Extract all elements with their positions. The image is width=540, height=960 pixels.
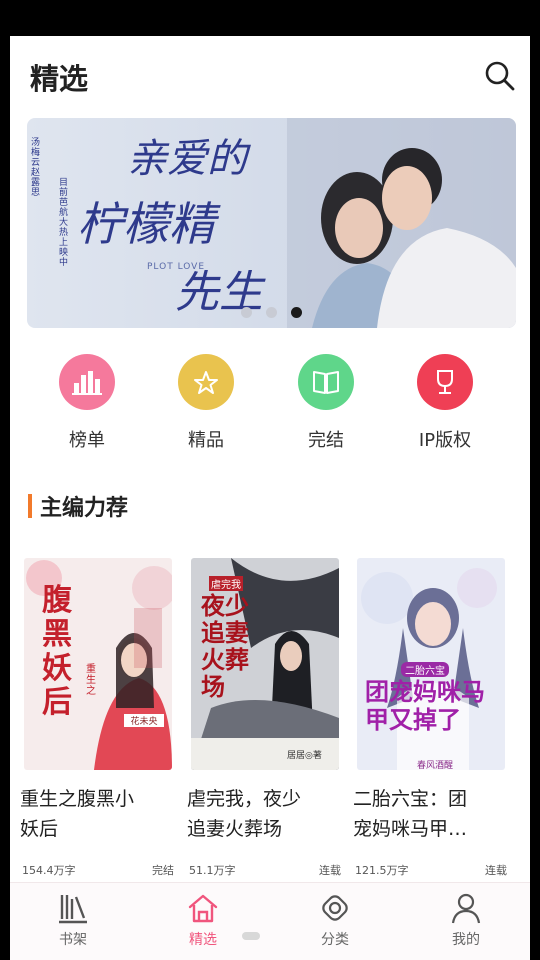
banner-pagination [27, 307, 516, 318]
search-button[interactable] [484, 60, 516, 92]
banner-subtitle: PLOT LOVE [147, 262, 206, 272]
section-title: 主编力荐 [40, 496, 129, 521]
page-title: 精选 [30, 62, 89, 96]
banner-side-text-1: 汤梅 云 赵 露思 [31, 138, 41, 198]
bottom-tab-bar: 书架 精选 分类 我的 [10, 882, 530, 960]
book-cover: 虐完我 夜少追妻火葬场 居居◎著 [191, 558, 339, 770]
book-title: 虐完我，夜少 追妻火葬场 [187, 784, 343, 844]
book-title-line: 二胎六宝：团 [353, 788, 468, 810]
tab-label: 书架 [59, 932, 87, 948]
status-badge: 完结 [152, 864, 174, 877]
book-title-line: 虐完我，夜少 [187, 788, 302, 810]
banner-side-text-2: 目前 芭 航 大 热 上 映 中 [59, 178, 69, 268]
quick-link-label: 完结 [308, 430, 344, 451]
book-card[interactable]: 虐完我 夜少追妻火葬场 居居◎著 虐完我，夜少 追妻火葬场 51.1万字 连载 [187, 558, 343, 877]
quick-link-label: 精品 [188, 430, 224, 451]
tab-label: 分类 [321, 932, 349, 948]
cover-subtitle: 重生之 [86, 664, 96, 697]
banner-dot[interactable] [241, 307, 252, 318]
book-meta: 154.4万字 完结 [22, 862, 174, 878]
book-meta: 51.1万字 连载 [189, 862, 341, 878]
category-icon [322, 895, 348, 921]
section-header: 主编力荐 [28, 492, 129, 521]
status-badge: 连载 [485, 864, 507, 877]
book-cover: 腹黑妖后 重生之 花未央 [24, 558, 172, 770]
book-title-line: 宠妈咪马甲… [353, 818, 468, 840]
search-icon [485, 61, 515, 91]
book-card[interactable]: 二胎六宝 团宠妈咪马甲又掉了 春风酒醒 二胎六宝：团 宠妈咪马甲… 121.5万… [353, 558, 509, 877]
tab-mine[interactable]: 我的 [421, 891, 511, 949]
cover-title: 夜少追妻火葬场 [201, 591, 249, 701]
word-count: 51.1万字 [189, 864, 236, 877]
book-title-line: 重生之腹黑小 [20, 788, 135, 810]
cover-author: 居居◎著 [287, 751, 322, 761]
word-count: 154.4万字 [22, 864, 76, 877]
book-title: 二胎六宝：团 宠妈咪马甲… [353, 784, 509, 844]
book-title-line: 追妻火葬场 [187, 818, 283, 840]
header: 精选 [10, 36, 530, 114]
cover-title: 腹黑妖后 [42, 583, 72, 720]
quick-links: 榜单 精品 完结 IP版权 [10, 354, 530, 464]
quick-link-ip[interactable]: IP版权 [385, 354, 505, 452]
book-title: 重生之腹黑小 妖后 [20, 784, 176, 844]
book-list: 腹黑妖后 重生之 花未央 重生之腹黑小 妖后 154.4万字 完结 虐完我 夜少… [10, 558, 530, 888]
tab-label: 精选 [189, 932, 217, 948]
book-cover: 二胎六宝 团宠妈咪马甲又掉了 春风酒醒 [357, 558, 505, 771]
tab-bookshelf[interactable]: 书架 [28, 891, 118, 949]
cover-subtitle: 二胎六宝 [401, 662, 449, 677]
tab-category[interactable]: 分类 [290, 891, 380, 949]
user-icon [451, 893, 481, 924]
cover-subtitle: 虐完我 [209, 576, 243, 591]
book-card[interactable]: 腹黑妖后 重生之 花未央 重生之腹黑小 妖后 154.4万字 完结 [20, 558, 176, 877]
book-title-line: 妖后 [20, 818, 59, 840]
tab-label: 我的 [452, 932, 480, 948]
bookshelf-icon [59, 895, 87, 924]
word-count: 121.5万字 [355, 864, 409, 877]
tab-featured[interactable]: 精选 [158, 891, 248, 949]
quick-link-premium[interactable]: 精品 [146, 354, 266, 452]
banner-title-2: 柠檬精 [77, 197, 215, 251]
home-icon [188, 894, 218, 923]
quick-link-completed[interactable]: 完结 [266, 354, 386, 452]
banner-dot[interactable] [266, 307, 277, 318]
section-accent-bar [28, 494, 32, 518]
cover-title: 团宠妈咪马甲又掉了 [365, 678, 485, 734]
quick-link-ranking[interactable]: 榜单 [27, 354, 147, 452]
cover-author: 春风酒醒 [417, 761, 454, 771]
gesture-handle [242, 932, 260, 940]
status-badge: 连载 [319, 864, 341, 877]
quick-link-label: IP版权 [418, 430, 472, 451]
cover-author: 花未央 [124, 714, 164, 727]
promo-banner[interactable]: 汤梅 云 赵 露思 目前 芭 航 大 热 上 映 中 亲爱的 柠檬精 先生 PL… [27, 118, 516, 328]
quick-link-label: 榜单 [69, 430, 105, 451]
chart-icon [59, 354, 115, 410]
book-icon [298, 354, 354, 410]
trophy-icon [417, 354, 473, 410]
star-badge-icon [178, 354, 234, 410]
banner-title-1: 亲爱的 [127, 136, 247, 182]
screen: 精选 汤梅 云 赵 露思 目前 芭 航 大 热 上 映 中 亲爱的 柠檬精 先生… [10, 36, 530, 960]
book-meta: 121.5万字 连载 [355, 862, 507, 878]
banner-dot-active[interactable] [291, 307, 302, 318]
